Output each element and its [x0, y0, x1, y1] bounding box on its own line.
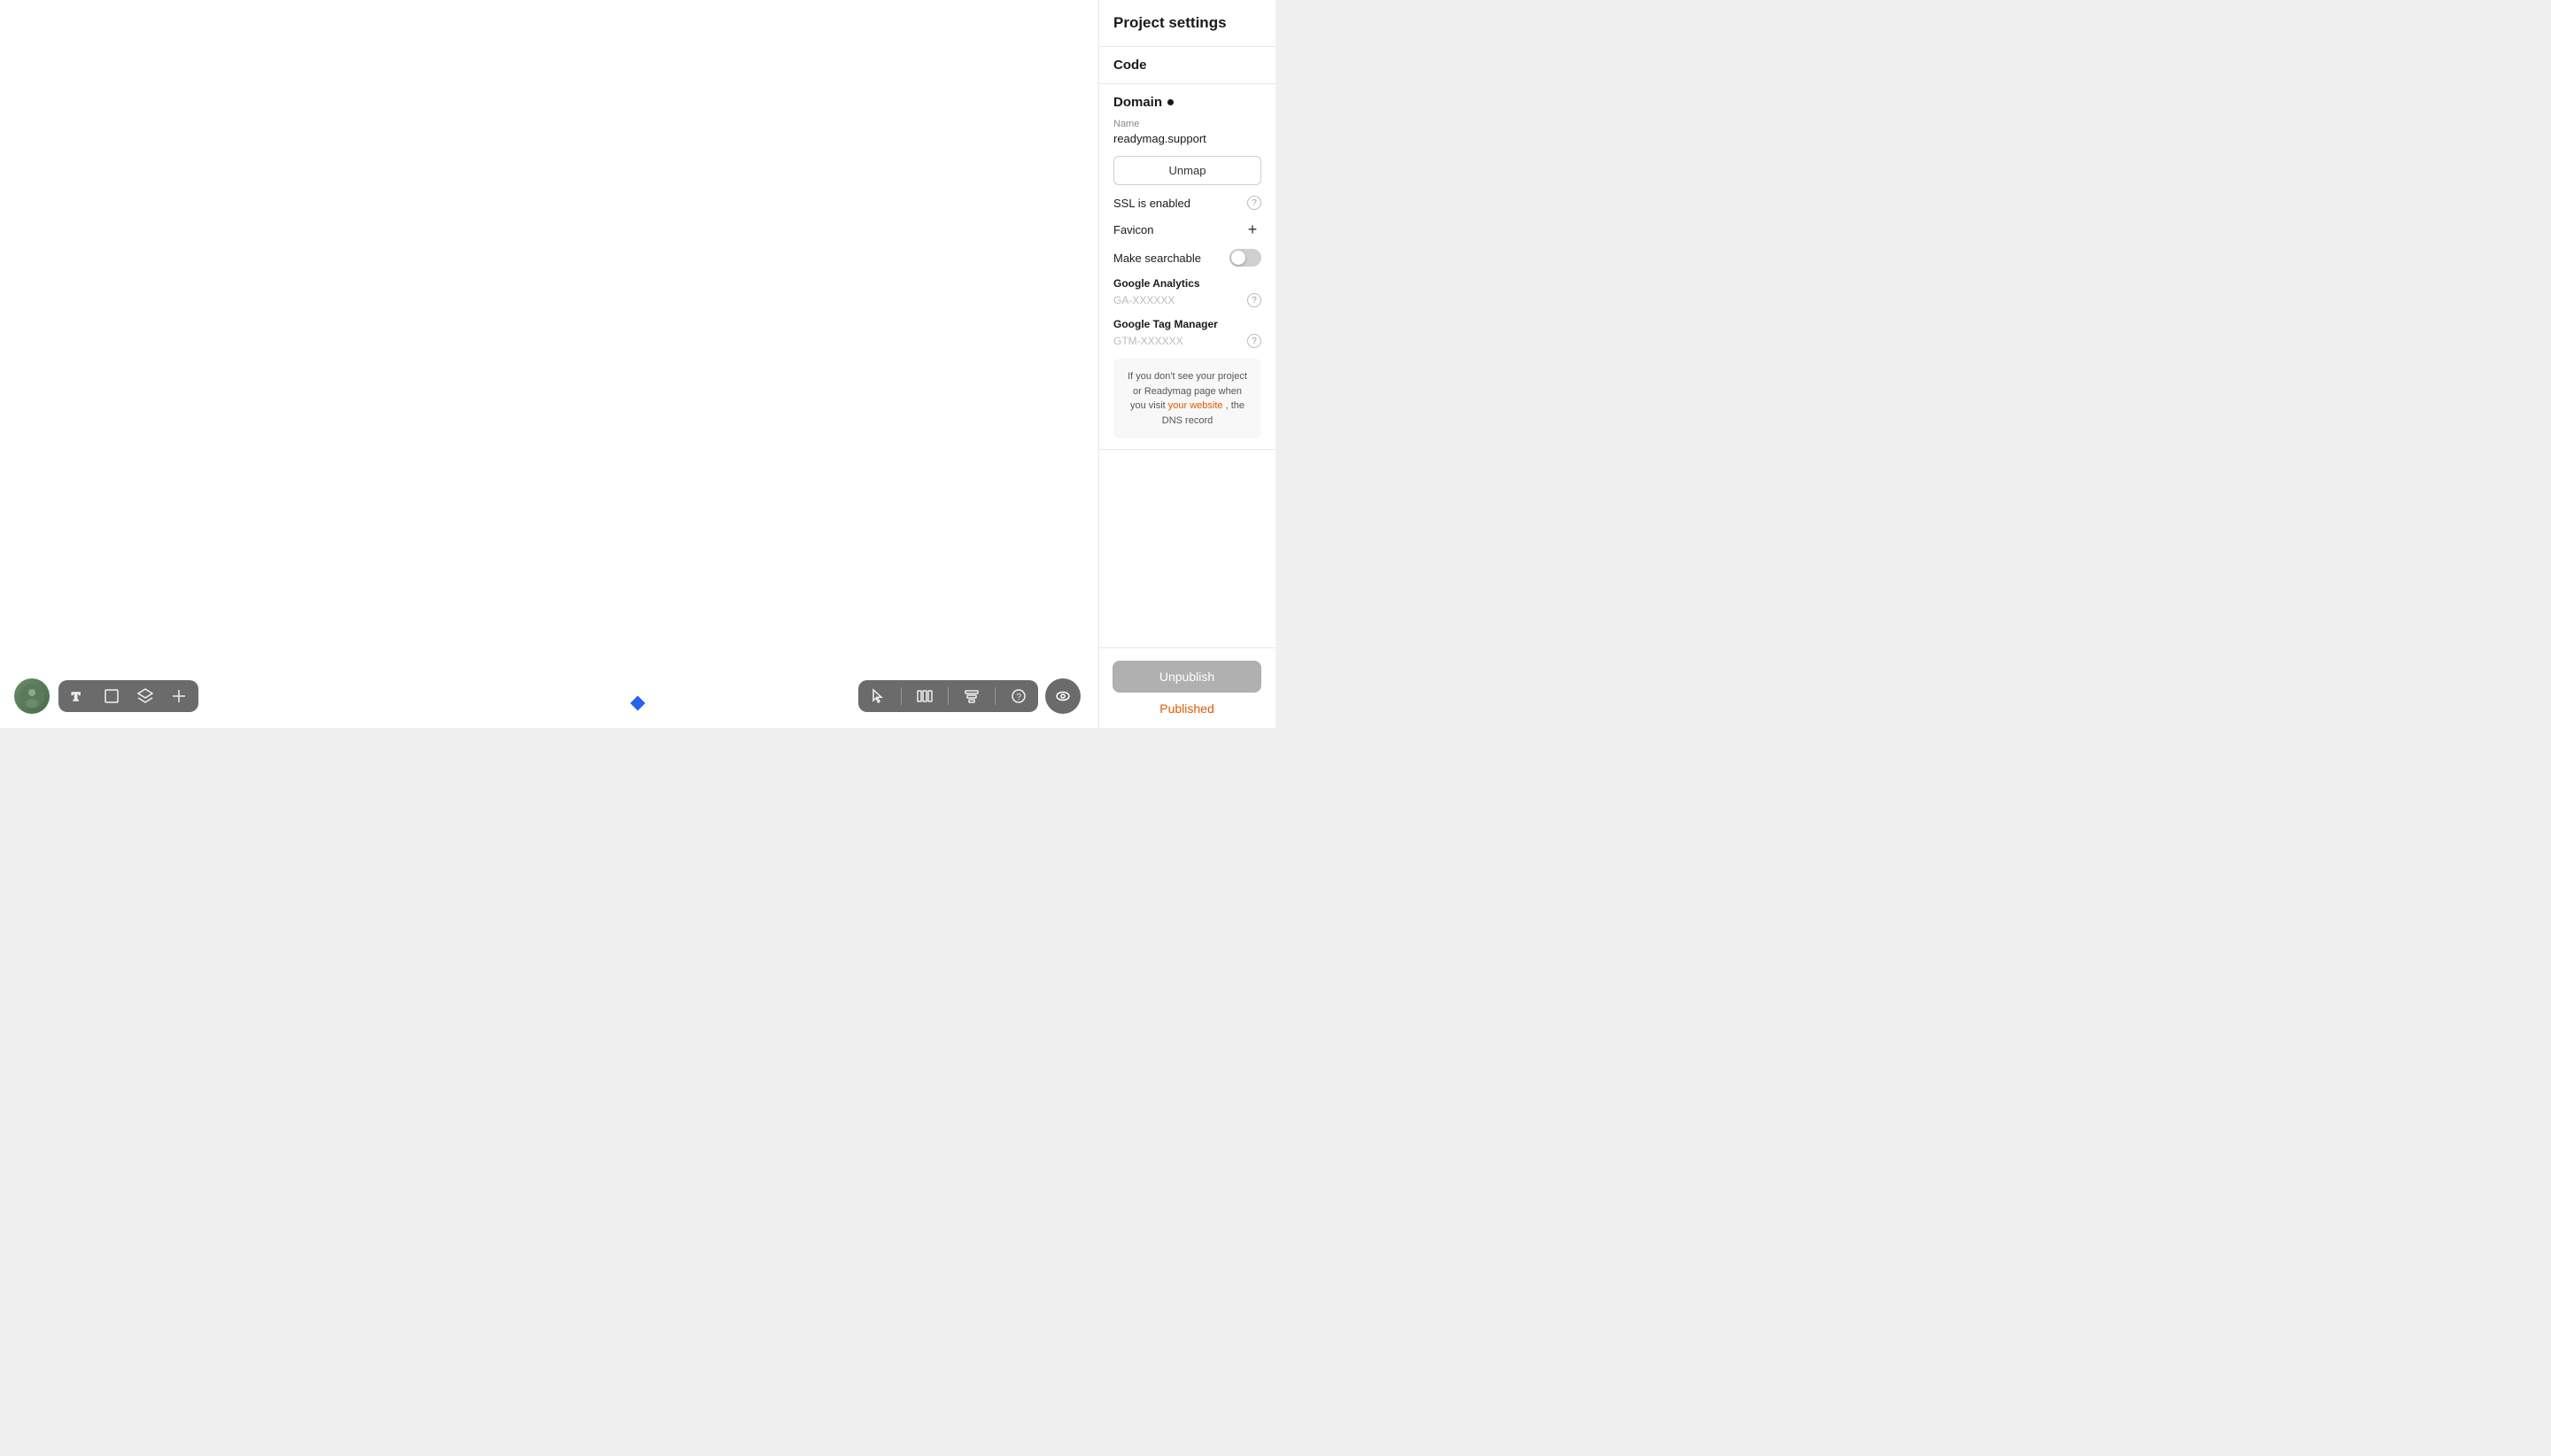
ssl-help-icon[interactable]: ?	[1247, 196, 1261, 210]
panel-scroll: Project settings Code Domain Name readym…	[1099, 0, 1276, 728]
google-tag-manager-help-icon[interactable]: ?	[1247, 334, 1261, 348]
google-analytics-section: Google Analytics GA-XXXXXX ?	[1113, 277, 1261, 307]
favicon-row: Favicon +	[1113, 221, 1261, 238]
right-panel: Project settings Code Domain Name readym…	[1098, 0, 1276, 728]
tools-bar-left: T	[58, 680, 198, 712]
tools-bar-right: ?	[858, 680, 1038, 712]
searchable-row: Make searchable	[1113, 249, 1261, 267]
google-tag-manager-input-wrap: GTM-XXXXXX ?	[1113, 334, 1261, 348]
select-tool[interactable]	[867, 685, 888, 707]
name-label: Name	[1113, 119, 1261, 129]
code-section: Code	[1099, 47, 1276, 84]
toolbar-divider-2	[948, 687, 949, 705]
align-tool[interactable]	[961, 685, 982, 707]
unmap-button[interactable]: Unmap	[1113, 156, 1261, 185]
favicon-add-button[interactable]: +	[1244, 221, 1261, 238]
domain-section: Domain Name readymag.support Unmap SSL i…	[1099, 84, 1276, 450]
canvas-area	[0, 0, 1276, 728]
info-box-link[interactable]: your website	[1168, 400, 1223, 411]
google-analytics-label: Google Analytics	[1113, 277, 1261, 290]
toolbar-left: T	[14, 678, 198, 714]
columns-tool[interactable]	[914, 685, 935, 707]
unpublish-button[interactable]: Unpublish	[1113, 661, 1261, 693]
domain-name-value: readymag.support	[1113, 132, 1261, 145]
google-tag-manager-label: Google Tag Manager	[1113, 318, 1261, 330]
domain-dot-indicator	[1167, 99, 1174, 105]
svg-text:T: T	[72, 691, 81, 704]
toolbar-divider-3	[995, 687, 996, 705]
google-analytics-placeholder[interactable]: GA-XXXXXX	[1113, 294, 1175, 306]
ssl-label: SSL is enabled	[1113, 197, 1190, 210]
text-tool[interactable]: T	[67, 685, 89, 707]
avatar-image	[14, 678, 50, 714]
add-tool[interactable]	[168, 685, 190, 707]
google-analytics-help-icon[interactable]: ?	[1247, 293, 1261, 307]
panel-title: Project settings	[1113, 14, 1261, 32]
panel-header: Project settings	[1099, 0, 1276, 47]
help-tool[interactable]: ?	[1008, 685, 1029, 707]
google-analytics-input-wrap: GA-XXXXXX ?	[1113, 293, 1261, 307]
toolbar-right: ?	[858, 678, 1081, 714]
toolbar-divider-1	[901, 687, 902, 705]
layers-tool[interactable]	[135, 685, 156, 707]
code-label: Code	[1113, 58, 1261, 73]
avatar[interactable]	[14, 678, 50, 714]
preview-eye-button[interactable]	[1045, 678, 1081, 714]
searchable-label: Make searchable	[1113, 252, 1201, 265]
domain-label: Domain	[1113, 95, 1261, 110]
favicon-label: Favicon	[1113, 223, 1154, 236]
svg-text:?: ?	[1017, 693, 1022, 702]
bottom-panel: Unpublish Published	[1098, 647, 1276, 728]
info-box: If you don't see your project or Readyma…	[1113, 359, 1261, 438]
frame-tool[interactable]	[101, 685, 122, 707]
searchable-toggle[interactable]	[1229, 249, 1261, 267]
google-tag-manager-placeholder[interactable]: GTM-XXXXXX	[1113, 335, 1183, 347]
google-tag-manager-section: Google Tag Manager GTM-XXXXXX ?	[1113, 318, 1261, 348]
published-label: Published	[1113, 701, 1261, 716]
ssl-row: SSL is enabled ?	[1113, 196, 1261, 210]
